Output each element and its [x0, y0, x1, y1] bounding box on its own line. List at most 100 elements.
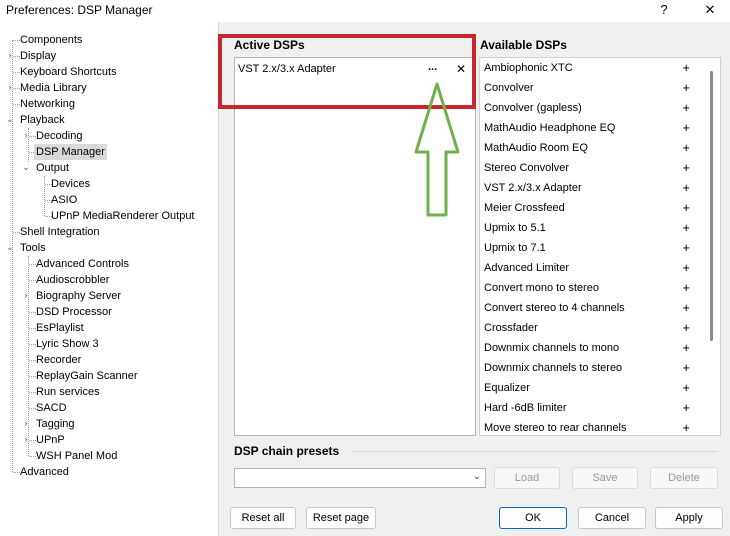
add-dsp-button[interactable]: +	[682, 258, 690, 278]
available-dsp-row[interactable]: Equalizer +	[480, 378, 702, 398]
tree-item-wsh-panel-mod[interactable]: WSH Panel Mod	[36, 448, 117, 464]
add-dsp-button[interactable]: +	[682, 238, 690, 258]
delete-button[interactable]: Delete	[650, 467, 718, 489]
available-dsps-scrollbar[interactable]	[706, 61, 718, 433]
tree-item-dsd-processor[interactable]: DSD Processor	[36, 304, 112, 320]
expand-chevron-icon[interactable]: ›	[22, 416, 30, 432]
tree-item-devices[interactable]: Devices	[51, 176, 90, 192]
add-dsp-button[interactable]: +	[682, 398, 690, 418]
collapse-chevron-icon[interactable]: ⌄	[6, 112, 14, 128]
available-dsp-row[interactable]: MathAudio Headphone EQ +	[480, 118, 702, 138]
tree-item-audioscrobbler[interactable]: Audioscrobbler	[36, 272, 109, 288]
add-dsp-button[interactable]: +	[682, 298, 690, 318]
add-dsp-button[interactable]: +	[682, 78, 690, 98]
tree-item-run-services[interactable]: Run services	[36, 384, 100, 400]
available-dsp-label: MathAudio Room EQ	[484, 142, 588, 154]
expand-chevron-icon[interactable]: ›	[22, 432, 30, 448]
reset-all-button[interactable]: Reset all	[230, 507, 296, 529]
scrollbar-thumb[interactable]	[710, 71, 713, 341]
available-dsp-row[interactable]: Upmix to 7.1 +	[480, 238, 702, 258]
available-dsp-label: VST 2.x/3.x Adapter	[484, 182, 582, 194]
tree-item-lyric-show-3[interactable]: Lyric Show 3	[36, 336, 99, 352]
tree-item-dsp-manager[interactable]: DSP Manager	[34, 144, 107, 160]
available-dsp-row[interactable]: Convolver +	[480, 78, 702, 98]
load-button[interactable]: Load	[494, 467, 560, 489]
add-dsp-button[interactable]: +	[682, 178, 690, 198]
available-dsp-row[interactable]: MathAudio Room EQ +	[480, 138, 702, 158]
apply-button[interactable]: Apply	[655, 507, 723, 529]
tree-item-advanced[interactable]: Advanced	[20, 464, 69, 480]
tree-item-tagging[interactable]: Tagging	[36, 416, 75, 432]
tree-item-recorder[interactable]: Recorder	[36, 352, 81, 368]
available-dsp-row[interactable]: Downmix channels to mono +	[480, 338, 702, 358]
available-dsp-row[interactable]: Hard -6dB limiter +	[480, 398, 702, 418]
add-dsp-button[interactable]: +	[682, 418, 690, 438]
cancel-button[interactable]: Cancel	[578, 507, 646, 529]
save-button[interactable]: Save	[572, 467, 638, 489]
available-dsp-row[interactable]: Move stereo to rear channels +	[480, 418, 702, 438]
available-dsp-label: Hard -6dB limiter	[484, 402, 567, 414]
add-dsp-button[interactable]: +	[682, 358, 690, 378]
available-dsp-row[interactable]: Advanced Limiter +	[480, 258, 702, 278]
available-dsp-row[interactable]: VST 2.x/3.x Adapter +	[480, 178, 702, 198]
available-dsp-label: Meier Crossfeed	[484, 202, 565, 214]
add-dsp-button[interactable]: +	[682, 98, 690, 118]
tree-item-biography-server[interactable]: Biography Server	[36, 288, 121, 304]
available-dsp-label: Move stereo to rear channels	[484, 422, 627, 434]
add-dsp-button[interactable]: +	[682, 118, 690, 138]
expand-chevron-icon[interactable]: ›	[6, 48, 14, 64]
close-button[interactable]: ✕	[697, 0, 723, 20]
tree-item-output[interactable]: Output	[36, 160, 69, 176]
add-dsp-button[interactable]: +	[682, 318, 690, 338]
help-button[interactable]: ?	[651, 0, 677, 20]
available-dsp-row[interactable]: Convolver (gapless) +	[480, 98, 702, 118]
add-dsp-button[interactable]: +	[682, 138, 690, 158]
add-dsp-button[interactable]: +	[682, 378, 690, 398]
available-dsp-row[interactable]: Convert mono to stereo +	[480, 278, 702, 298]
tree-item-replaygain-scanner[interactable]: ReplayGain Scanner	[36, 368, 138, 384]
tree-item-sacd[interactable]: SACD	[36, 400, 67, 416]
add-dsp-button[interactable]: +	[682, 218, 690, 238]
available-dsp-label: Crossfader	[484, 322, 538, 334]
tree-item-upnp[interactable]: UPnP	[36, 432, 65, 448]
add-dsp-button[interactable]: +	[682, 278, 690, 298]
available-dsp-label: Convolver	[484, 82, 534, 94]
available-dsp-row[interactable]: Ambiophonic XTC +	[480, 58, 702, 78]
tree-item-playback[interactable]: Playback	[20, 112, 65, 128]
available-dsp-row[interactable]: Meier Crossfeed +	[480, 198, 702, 218]
tree-item-decoding[interactable]: Decoding	[36, 128, 82, 144]
tree-item-advanced-controls[interactable]: Advanced Controls	[36, 256, 129, 272]
add-dsp-button[interactable]: +	[682, 338, 690, 358]
expand-chevron-icon[interactable]: ›	[22, 128, 30, 144]
tree-item-tools[interactable]: Tools	[20, 240, 46, 256]
available-dsp-row[interactable]: Crossfader +	[480, 318, 702, 338]
collapse-chevron-icon[interactable]: ⌄	[22, 160, 30, 176]
window-title: Preferences: DSP Manager	[6, 3, 153, 17]
tree-item-asio[interactable]: ASIO	[51, 192, 77, 208]
available-dsp-row[interactable]: Convert stereo to 4 channels +	[480, 298, 702, 318]
expand-chevron-icon[interactable]: ›	[22, 288, 30, 304]
add-dsp-button[interactable]: +	[682, 198, 690, 218]
tree-item-upnp-mediarenderer-output[interactable]: UPnP MediaRenderer Output	[51, 208, 195, 224]
available-dsp-row[interactable]: Upmix to 5.1 +	[480, 218, 702, 238]
preset-combo[interactable]: ⌄	[234, 468, 486, 488]
tree-item-shell-integration[interactable]: Shell Integration	[20, 224, 100, 240]
chevron-down-icon: ⌄	[472, 471, 481, 482]
tree-item-components[interactable]: Components	[20, 32, 82, 48]
available-dsp-label: MathAudio Headphone EQ	[484, 122, 616, 134]
available-dsp-row[interactable]: Downmix channels to stereo +	[480, 358, 702, 378]
tree-item-media-library[interactable]: Media Library	[20, 80, 87, 96]
reset-page-button[interactable]: Reset page	[306, 507, 376, 529]
available-dsp-row[interactable]: Stereo Convolver +	[480, 158, 702, 178]
collapse-chevron-icon[interactable]: ⌄	[6, 240, 14, 256]
available-dsp-label: Advanced Limiter	[484, 262, 569, 274]
available-dsp-label: Ambiophonic XTC	[484, 62, 573, 74]
tree-item-esplaylist[interactable]: EsPlaylist	[36, 320, 84, 336]
expand-chevron-icon[interactable]: ›	[6, 80, 14, 96]
ok-button[interactable]: OK	[499, 507, 567, 529]
tree-item-display[interactable]: Display	[20, 48, 56, 64]
add-dsp-button[interactable]: +	[682, 158, 690, 178]
add-dsp-button[interactable]: +	[682, 58, 690, 78]
tree-item-networking[interactable]: Networking	[20, 96, 75, 112]
tree-item-keyboard-shortcuts[interactable]: Keyboard Shortcuts	[20, 64, 117, 80]
